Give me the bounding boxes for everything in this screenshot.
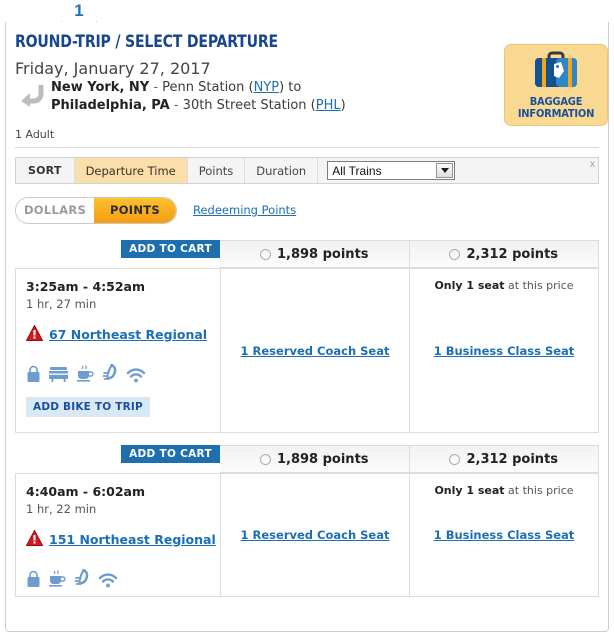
destination-tail: ) bbox=[340, 98, 346, 113]
baggage-information-button[interactable]: BAGGAGE INFORMATION bbox=[504, 44, 608, 126]
business-fare-link[interactable]: 1 Business Class Seat bbox=[434, 344, 575, 358]
wifi-icon bbox=[98, 572, 118, 588]
warning-triangle-icon[interactable] bbox=[25, 529, 44, 549]
train-result-row: ADD TO CART 1,898 points 2,312 points 3:… bbox=[15, 240, 599, 433]
carry-on-bag-icon bbox=[26, 570, 41, 588]
destination-station: 30th Street Station ( bbox=[182, 98, 316, 113]
coach-fare-link[interactable]: 1 Reserved Coach Seat bbox=[241, 344, 390, 358]
destination-city: Philadelphia, PA bbox=[51, 98, 170, 113]
fare-price-coach: 1,898 points bbox=[276, 451, 369, 467]
close-icon[interactable]: x bbox=[590, 159, 595, 170]
page-title: ROUND-TRIP / SELECT DEPARTURE bbox=[15, 32, 278, 52]
passenger-count: 1 Adult bbox=[15, 128, 55, 141]
train-name-link[interactable]: 151 Northeast Regional bbox=[49, 532, 216, 547]
business-seat-note: Only 1 seat at this price bbox=[410, 279, 598, 292]
coach-fare-cell: 1 Reserved Coach Seat bbox=[221, 473, 410, 596]
train-results-list: ADD TO CART 1,898 points 2,312 points 3:… bbox=[15, 240, 599, 597]
origin-station-code-link[interactable]: NYP bbox=[254, 80, 280, 95]
train-name-link[interactable]: 67 Northeast Regional bbox=[49, 327, 207, 342]
train-duration: 1 hr, 22 min bbox=[26, 502, 97, 516]
fare-price-business: 2,312 points bbox=[466, 451, 559, 467]
baggage-label-line2: INFORMATION bbox=[517, 107, 595, 120]
business-fare-cell: Only 1 seat at this price 1 Business Cla… bbox=[410, 473, 598, 596]
toggle-dollars[interactable]: DOLLARS bbox=[16, 197, 94, 223]
destination-station-code-link[interactable]: PHL bbox=[316, 98, 341, 113]
business-seat-note-rest: at this price bbox=[504, 484, 574, 497]
origin-separator: - bbox=[149, 80, 163, 95]
coach-fare-cell: 1 Reserved Coach Seat bbox=[221, 268, 410, 432]
train-duration: 1 hr, 27 min bbox=[26, 297, 97, 311]
fare-header-coach[interactable]: 1,898 points bbox=[220, 445, 410, 473]
trip-header: ROUND-TRIP / SELECT DEPARTURE Friday, Ja… bbox=[15, 32, 608, 148]
train-filter-select[interactable]: All Trains bbox=[327, 161, 456, 180]
origin-station: Penn Station ( bbox=[162, 80, 254, 95]
fare-header-business[interactable]: 2,312 points bbox=[409, 445, 599, 473]
step-number: 1 bbox=[61, 1, 97, 21]
food-cart-icon bbox=[48, 365, 69, 383]
add-to-cart-button[interactable]: ADD TO CART bbox=[121, 445, 220, 463]
currency-toggle-row: DOLLARS POINTS Redeeming Points bbox=[15, 196, 599, 224]
fare-radio-coach[interactable] bbox=[259, 248, 271, 260]
wifi-icon bbox=[126, 367, 146, 383]
amenities-row bbox=[26, 361, 220, 383]
sort-bar: SORT Departure Time Points Duration All … bbox=[15, 157, 599, 184]
warning-triangle-icon[interactable] bbox=[25, 324, 44, 344]
train-name-row: 151 Northeast Regional bbox=[25, 529, 220, 549]
add-to-cart-cell: ADD TO CART bbox=[15, 445, 220, 473]
sort-label: SORT bbox=[16, 158, 75, 183]
origin-city: New York, NY bbox=[51, 80, 150, 95]
add-bike-to-trip-button[interactable]: ADD BIKE TO TRIP bbox=[26, 397, 150, 417]
suitcase-icon bbox=[530, 51, 582, 94]
fare-header-coach[interactable]: 1,898 points bbox=[220, 240, 410, 268]
train-name-row: 67 Northeast Regional bbox=[25, 324, 220, 344]
fare-price-coach: 1,898 points bbox=[276, 246, 369, 262]
coffee-cup-icon bbox=[48, 570, 66, 588]
fare-radio-business[interactable] bbox=[449, 248, 461, 260]
quiet-car-icon bbox=[73, 569, 91, 588]
destination-separator: - bbox=[169, 98, 183, 113]
train-detail-row: 3:25am - 4:52am 1 hr, 27 min 67 Northeas bbox=[15, 268, 599, 433]
train-filter-value: All Trains bbox=[332, 163, 382, 178]
business-seat-note: Only 1 seat at this price bbox=[410, 484, 598, 497]
fare-radio-coach[interactable] bbox=[259, 453, 271, 465]
business-fare-link[interactable]: 1 Business Class Seat bbox=[434, 528, 575, 542]
business-seat-note-rest: at this price bbox=[504, 279, 574, 292]
train-times: 3:25am - 4:52am bbox=[26, 279, 145, 294]
add-to-cart-cell: ADD TO CART bbox=[15, 240, 220, 268]
train-filter-wrap: All Trains bbox=[318, 158, 456, 183]
fare-price-business: 2,312 points bbox=[466, 246, 559, 262]
sort-option-duration[interactable]: Duration bbox=[245, 158, 319, 183]
coffee-cup-icon bbox=[76, 365, 94, 383]
chevron-down-icon bbox=[436, 163, 454, 178]
business-seat-note-bold: Only 1 seat bbox=[434, 279, 505, 292]
train-detail-cell: 4:40am - 6:02am 1 hr, 22 min 151 Northea bbox=[16, 473, 221, 596]
toggle-points[interactable]: POINTS bbox=[94, 197, 176, 223]
sort-option-points[interactable]: Points bbox=[188, 158, 246, 183]
quiet-car-icon bbox=[101, 364, 119, 383]
business-seat-note-bold: Only 1 seat bbox=[434, 484, 505, 497]
round-trip-arrow-icon bbox=[17, 82, 45, 108]
fare-header-row: ADD TO CART 1,898 points 2,312 points bbox=[15, 445, 599, 473]
fare-header-row: ADD TO CART 1,898 points 2,312 points bbox=[15, 240, 599, 268]
train-detail-cell: 3:25am - 4:52am 1 hr, 27 min 67 Northeas bbox=[16, 268, 221, 432]
fare-header-business[interactable]: 2,312 points bbox=[409, 240, 599, 268]
redeeming-points-link[interactable]: Redeeming Points bbox=[193, 203, 296, 217]
currency-toggle: DOLLARS POINTS bbox=[15, 196, 177, 224]
fare-radio-business[interactable] bbox=[449, 453, 461, 465]
train-result-row: ADD TO CART 1,898 points 2,312 points 4:… bbox=[15, 445, 599, 597]
carry-on-bag-icon bbox=[26, 365, 41, 383]
booking-panel: ROUND-TRIP / SELECT DEPARTURE Friday, Ja… bbox=[5, 22, 609, 632]
train-detail-row: 4:40am - 6:02am 1 hr, 22 min 151 Northea bbox=[15, 473, 599, 597]
sort-option-departure-time[interactable]: Departure Time bbox=[74, 158, 188, 183]
coach-fare-link[interactable]: 1 Reserved Coach Seat bbox=[241, 528, 390, 542]
header-divider bbox=[15, 147, 599, 148]
amenities-row bbox=[26, 566, 220, 588]
add-to-cart-button[interactable]: ADD TO CART bbox=[121, 240, 220, 258]
baggage-button-label: BAGGAGE INFORMATION bbox=[505, 96, 607, 120]
train-times: 4:40am - 6:02am bbox=[26, 484, 145, 499]
business-fare-cell: Only 1 seat at this price 1 Business Cla… bbox=[410, 268, 598, 432]
origin-tail: ) to bbox=[279, 80, 302, 95]
